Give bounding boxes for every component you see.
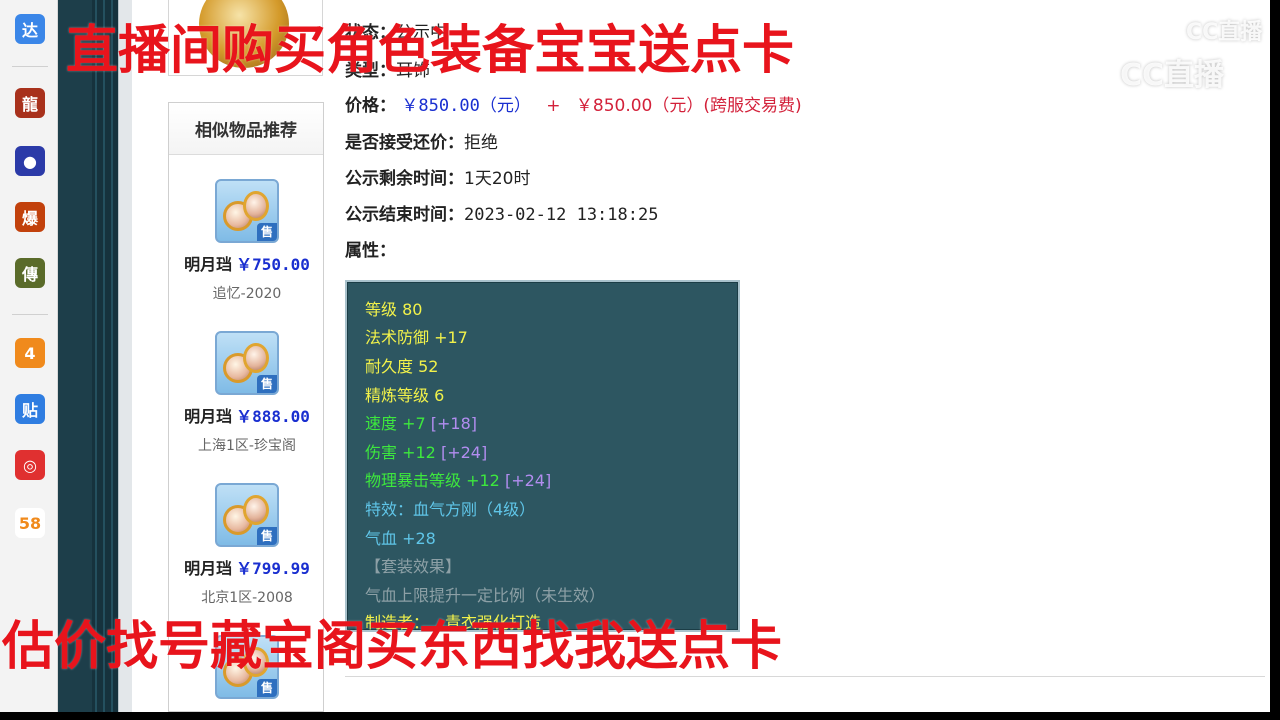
attr-crit-line: 物理暴击等级 +12 [+24] bbox=[365, 467, 551, 491]
bargain-row: 是否接受还价：拒绝 bbox=[345, 128, 498, 153]
item-price: ￥888.00 bbox=[236, 407, 310, 426]
cross-server-fee: ￥850.00（元）(跨服交易费) bbox=[575, 96, 802, 116]
remain-label: 公示剩余时间： bbox=[345, 169, 464, 189]
bottom-black-border bbox=[0, 712, 1280, 720]
attr-crit: 物理暴击等级 +12 bbox=[365, 471, 500, 490]
58-icon[interactable]: 58 bbox=[15, 508, 45, 538]
attr-damage-bonus: [+24] bbox=[440, 443, 488, 462]
cc-logo-icon bbox=[1072, 55, 1114, 98]
attr-set-desc: 气血上限提升一定比例（未生效） bbox=[365, 586, 606, 605]
bargain-value: 拒绝 bbox=[464, 133, 498, 153]
da-app-icon[interactable]: 达 bbox=[15, 14, 45, 44]
item-price-line: 明月珰 ￥888.00 bbox=[169, 403, 325, 427]
bargain-label: 是否接受还价： bbox=[345, 133, 464, 153]
ball-game-icon[interactable]: ● bbox=[15, 146, 45, 176]
price-row: 价格： ￥850.00（元） + ￥850.00（元）(跨服交易费) bbox=[345, 91, 802, 116]
attr-speed-line: 速度 +7 [+18] bbox=[365, 410, 477, 434]
attr-magic-defense: 法术防御 +17 bbox=[365, 328, 468, 347]
earring-item-icon[interactable]: 售 bbox=[215, 179, 279, 243]
4399-icon[interactable]: 4 bbox=[15, 338, 45, 368]
sale-badge: 售 bbox=[257, 375, 277, 393]
similar-items-title: 相似物品推荐 bbox=[169, 103, 323, 155]
attr-damage: 伤害 +12 bbox=[365, 443, 436, 462]
earring-item-icon[interactable]: 售 bbox=[215, 331, 279, 395]
item-server: 追忆-2020 bbox=[212, 286, 282, 302]
attr-set-title: 【套装效果】 bbox=[365, 557, 462, 576]
price-label: 价格： bbox=[345, 96, 396, 116]
attr-damage-line: 伤害 +12 [+24] bbox=[365, 439, 487, 463]
end-time-row: 公示结束时间：2023-02-12 13:18:25 bbox=[345, 200, 658, 225]
sale-badge: 售 bbox=[257, 223, 277, 241]
item-name[interactable]: 明月珰 bbox=[184, 255, 232, 274]
item-price: ￥750.00 bbox=[236, 255, 310, 274]
remain-row: 公示剩余时间：1天20时 bbox=[345, 164, 530, 189]
netease-music-icon[interactable]: ◎ bbox=[15, 450, 45, 480]
item-price-line: 明月珰 ￥750.00 bbox=[169, 251, 325, 275]
remain-value: 1天20时 bbox=[464, 169, 531, 189]
attr-row: 属性： bbox=[345, 236, 396, 261]
cc-live-logo-small: CC直播 bbox=[1152, 14, 1262, 47]
attr-speed-bonus: [+18] bbox=[430, 414, 478, 433]
cc-logo-icon bbox=[1152, 19, 1180, 47]
end-time-label: 公示结束时间： bbox=[345, 205, 464, 225]
price-value: ￥850.00（元） bbox=[401, 96, 531, 116]
item-price: ￥799.99 bbox=[236, 559, 310, 578]
sale-badge: 售 bbox=[257, 679, 277, 697]
legend-game-icon[interactable]: 傳 bbox=[15, 258, 45, 288]
bao-game-icon[interactable]: 爆 bbox=[15, 202, 45, 232]
stream-overlay-top: 直播间购买角色装备宝宝送点卡 bbox=[66, 21, 795, 81]
attribute-panel: 等级 80 法术防御 +17 耐久度 52 精炼等级 6 速度 +7 [+18]… bbox=[345, 280, 740, 632]
attr-hp: 气血 +28 bbox=[365, 529, 436, 548]
attr-durability: 耐久度 52 bbox=[365, 357, 439, 376]
separator bbox=[12, 314, 48, 315]
attr-crit-bonus: [+24] bbox=[504, 471, 552, 490]
price-plus: + bbox=[546, 96, 561, 116]
end-time-value: 2023-02-12 13:18:25 bbox=[464, 205, 659, 225]
similar-item[interactable]: 售 明月珰 ￥888.00 上海1区-珍宝阁 bbox=[169, 331, 325, 455]
similar-item[interactable]: 售 明月珰 ￥750.00 追忆-2020 bbox=[169, 179, 325, 303]
cc-live-logo: CC直播 bbox=[1072, 50, 1224, 98]
earring-item-icon[interactable]: 售 bbox=[215, 483, 279, 547]
attr-speed: 速度 +7 bbox=[365, 414, 426, 433]
tieba-icon[interactable]: 贴 bbox=[15, 394, 45, 424]
similar-item[interactable]: 售 明月珰 ￥799.99 北京1区-2008 bbox=[169, 483, 325, 607]
right-black-border bbox=[1270, 0, 1280, 712]
item-server: 上海1区-珍宝阁 bbox=[198, 438, 296, 454]
attr-level: 等级 80 bbox=[365, 300, 423, 319]
sale-badge: 售 bbox=[257, 527, 277, 545]
item-name[interactable]: 明月珰 bbox=[184, 407, 232, 426]
item-name[interactable]: 明月珰 bbox=[184, 559, 232, 578]
dragon-game-icon[interactable]: 龍 bbox=[15, 88, 45, 118]
attr-effect: 特效：血气方刚（4级） bbox=[365, 500, 536, 519]
item-price-line: 明月珰 ￥799.99 bbox=[169, 555, 325, 579]
attr-label: 属性： bbox=[345, 241, 396, 261]
stream-overlay-bottom: 估价找号藏宝阁买东西找我送点卡 bbox=[2, 617, 783, 677]
attr-refine: 精炼等级 6 bbox=[365, 386, 445, 405]
separator bbox=[12, 66, 48, 67]
